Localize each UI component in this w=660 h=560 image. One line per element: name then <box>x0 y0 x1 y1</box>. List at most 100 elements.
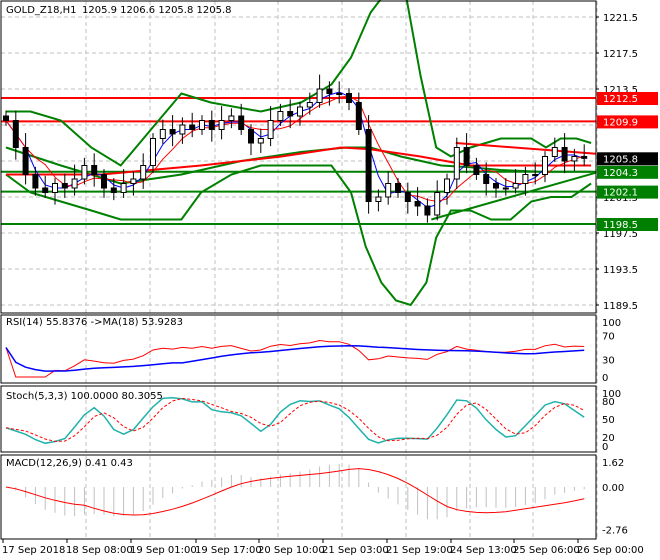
candle-body <box>571 156 578 162</box>
candle-body <box>561 147 568 162</box>
candle-body <box>22 147 29 175</box>
candle-body <box>169 129 176 135</box>
candle-body <box>12 120 19 148</box>
candle <box>444 173 450 205</box>
ohlc-label: 1205.9 1206.6 1205.8 1205.8 <box>82 5 232 16</box>
time-tick-label: 19 Sep 01:00 <box>130 545 197 556</box>
candle-body <box>424 205 431 216</box>
macd-panel[interactable] <box>5 463 585 520</box>
candle <box>453 137 460 189</box>
level-tag-label: 1212.5 <box>603 94 638 105</box>
price-tick-label: 1193.5 <box>603 265 638 276</box>
candle-body <box>287 111 294 117</box>
candle-body <box>404 192 411 202</box>
candle-body <box>581 156 588 159</box>
candle-body <box>473 165 480 175</box>
candle <box>42 175 49 198</box>
candle <box>434 180 441 221</box>
candle <box>218 106 225 140</box>
candle-body <box>71 178 78 189</box>
candle-body <box>542 156 548 175</box>
candle-body <box>493 183 499 189</box>
price-tick-label: 1221.5 <box>603 13 638 24</box>
candle-body <box>208 120 215 130</box>
candle <box>365 115 372 214</box>
current-price-label: 1205.8 <box>603 154 638 165</box>
candle-body <box>444 178 450 193</box>
level-tag-label: 1209.9 <box>603 117 638 128</box>
time-tick-label: 20 Sep 10:00 <box>258 545 325 556</box>
candle-body <box>336 93 343 95</box>
candle-body <box>159 129 166 139</box>
rsi-label: RSI(14) 55.8376 ->MA(18) 53.9283 <box>6 317 183 328</box>
candle <box>91 153 98 187</box>
stoch-d-line <box>5 397 585 442</box>
bollinger-upper-line <box>6 0 592 167</box>
candle-body <box>179 124 186 135</box>
candle-body <box>385 183 392 198</box>
candle <box>375 189 382 212</box>
candle-body <box>42 187 49 193</box>
candle <box>81 157 88 185</box>
candle-body <box>346 93 352 103</box>
candle-body <box>532 174 539 176</box>
candle-body <box>414 201 421 207</box>
candle-body <box>463 147 470 166</box>
time-tick-label: 18 Sep 08:00 <box>66 545 133 556</box>
macd-label: MACD(12,26,9) 0.41 0.43 <box>6 458 133 469</box>
candle-body <box>101 174 107 189</box>
trendline-red <box>455 142 597 155</box>
candle <box>150 133 156 174</box>
price-panel[interactable] <box>1 0 597 307</box>
candle-body <box>3 115 9 121</box>
price-tick-label: 1189.5 <box>603 301 638 312</box>
macd-signal-line <box>5 468 585 516</box>
rsi-line <box>5 339 585 378</box>
time-tick-label: 19 Sep 17:00 <box>195 545 262 556</box>
candle-body <box>199 120 205 130</box>
stoch-label: Stoch(5,3,3) 100.0000 80.3055 <box>6 391 163 402</box>
trading-chart[interactable]: 1221.51217.51213.51201.51197.51193.51189… <box>0 0 660 560</box>
candle-body <box>150 138 156 166</box>
price-tick-label: 1217.5 <box>603 49 638 60</box>
macd-level-label: -2.76 <box>602 526 628 537</box>
candle-body <box>130 178 137 184</box>
candle <box>22 133 29 185</box>
candle <box>346 88 352 111</box>
candle <box>385 171 392 205</box>
stoch-level-label: 80 <box>602 397 615 408</box>
stoch-panel[interactable] <box>5 397 585 445</box>
symbol-label: GOLD_Z18,H1 <box>6 5 77 16</box>
level-tag-label: 1198.5 <box>603 220 638 231</box>
candle-body <box>120 183 127 193</box>
candle <box>424 198 431 223</box>
stoch-level-label: 50 <box>602 415 615 426</box>
time-tick-label: 25 Sep 06:00 <box>513 545 580 556</box>
candle <box>257 128 264 153</box>
candle <box>208 110 215 142</box>
candle-body <box>257 138 264 144</box>
time-tick-label: 17 Sep 2018 <box>2 545 65 556</box>
candle-body <box>248 129 254 144</box>
level-tag-label: 1204.3 <box>603 168 638 179</box>
candle <box>189 112 196 138</box>
candle-body <box>522 174 529 184</box>
candle <box>61 173 68 198</box>
candle-body <box>110 187 117 193</box>
candle-body <box>326 88 333 94</box>
candle-body <box>297 106 303 117</box>
rsi-level-label: 30 <box>602 355 615 366</box>
candle-body <box>453 147 460 180</box>
candle-body <box>91 165 98 175</box>
candle-body <box>355 102 362 130</box>
candle-body <box>52 183 58 193</box>
stoch-level-label: 0 <box>602 442 608 453</box>
candle-body <box>551 147 558 157</box>
macd-level-label: 1.62 <box>602 458 624 469</box>
time-tick-label: 24 Sep 13:00 <box>450 545 517 556</box>
time-tick-label: 26 Sep 00:00 <box>577 545 644 556</box>
candle-body <box>228 115 235 121</box>
candle <box>404 182 411 214</box>
rsi-panel[interactable] <box>5 339 585 378</box>
candle-body <box>375 196 382 202</box>
